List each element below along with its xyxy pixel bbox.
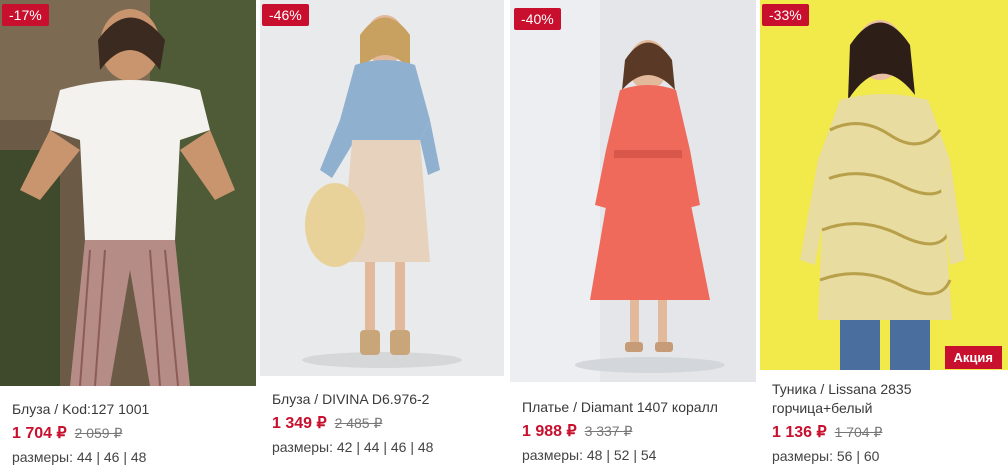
sizes-values: 48 | 52 | 54 (586, 447, 657, 463)
product-old-price: 1 704 ₽ (834, 424, 883, 440)
product-card[interactable]: -33% Акция Туника / Lissana 2835 горчица… (760, 0, 1008, 474)
product-image[interactable] (260, 0, 504, 376)
promo-badge: Акция (944, 346, 1002, 369)
product-title[interactable]: Туника / Lissana 2835 горчица+белый (772, 380, 1002, 418)
sizes-values: 56 | 60 (836, 448, 880, 464)
sizes-label: размеры: (12, 449, 73, 465)
discount-badge: -17% (2, 4, 49, 26)
product-title[interactable]: Платье / Diamant 1407 коралл (522, 398, 750, 417)
product-card[interactable]: -40% Платье / Diamant 1407 коралл 1 988 … (510, 0, 756, 474)
product-title[interactable]: Блуза / Kod:127 1001 (12, 400, 250, 419)
product-price: 1 136 ₽ (772, 424, 827, 441)
product-price: 1 988 ₽ (522, 423, 577, 440)
discount-badge: -46% (262, 4, 309, 26)
sizes-label: размеры: (522, 447, 583, 463)
product-price: 1 704 ₽ (12, 425, 67, 442)
sizes-values: 44 | 46 | 48 (76, 449, 147, 465)
product-image[interactable] (760, 0, 1008, 370)
sizes-label: размеры: (272, 439, 333, 455)
product-old-price: 2 059 ₽ (74, 425, 123, 441)
product-card[interactable]: -46% Блуза / DIVINA D6.976-2 1 349 ₽ 2 4… (260, 0, 504, 474)
product-image[interactable] (510, 0, 756, 382)
product-old-price: 2 485 ₽ (334, 415, 383, 431)
sizes-values: 42 | 44 | 46 | 48 (336, 439, 434, 455)
product-card[interactable]: -17% Блуза / Kod:127 1001 1 704 ₽ 2 059 … (0, 0, 256, 474)
product-title[interactable]: Блуза / DIVINA D6.976-2 (272, 390, 498, 409)
discount-badge: -33% (762, 4, 809, 26)
sizes-label: размеры: (772, 448, 833, 464)
product-image[interactable] (0, 0, 256, 386)
product-old-price: 3 337 ₽ (584, 423, 633, 439)
product-price: 1 349 ₽ (272, 415, 327, 432)
discount-badge: -40% (514, 8, 561, 30)
